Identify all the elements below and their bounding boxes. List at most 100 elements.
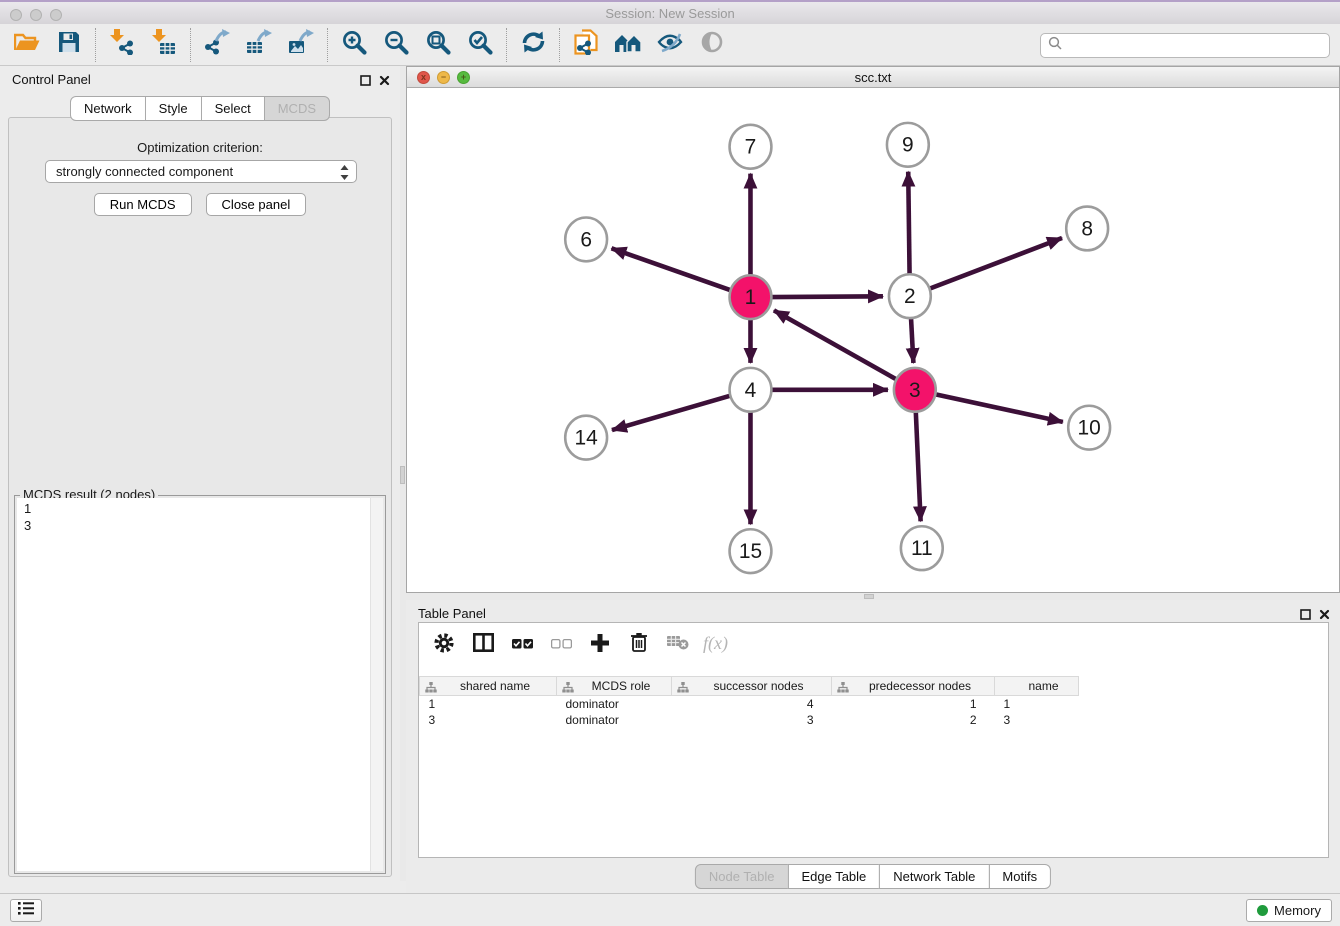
network-canvas[interactable]: 7 9 6 8 1 2 4 3 14 10 15 11 bbox=[407, 88, 1339, 592]
deselect-all-rows-button[interactable] bbox=[549, 634, 573, 656]
column-label: MCDS role bbox=[592, 679, 651, 693]
column-header-name[interactable]: name bbox=[995, 677, 1079, 696]
column-header-shared-name[interactable]: shared name bbox=[420, 677, 557, 696]
open-session-button[interactable] bbox=[6, 27, 48, 63]
graph-edge-1-2[interactable] bbox=[772, 296, 883, 297]
graph-node-3[interactable]: 3 bbox=[894, 368, 936, 412]
svg-text:3: 3 bbox=[909, 379, 921, 402]
table-cell[interactable]: dominator bbox=[557, 712, 672, 728]
table-cell[interactable]: dominator bbox=[557, 696, 672, 712]
node-table-container: f(x) shared name MCDS role successor nodes… bbox=[418, 622, 1329, 858]
table-cell[interactable]: 3 bbox=[995, 712, 1079, 728]
graph-edge-4-14[interactable] bbox=[612, 396, 729, 430]
table-tabbar: Node TableEdge TableNetwork TableMotifs bbox=[695, 864, 1051, 889]
graph-node-8[interactable]: 8 bbox=[1066, 207, 1108, 251]
export-image-button[interactable] bbox=[280, 27, 322, 63]
svg-text:10: 10 bbox=[1078, 417, 1101, 440]
graph-edge-1-6[interactable] bbox=[612, 248, 730, 290]
graph-node-1[interactable]: 1 bbox=[730, 275, 772, 319]
zoom-selected-button[interactable] bbox=[459, 27, 501, 63]
graph-node-2[interactable]: 2 bbox=[889, 274, 931, 318]
zoom-fit-button[interactable] bbox=[417, 27, 459, 63]
table-cell[interactable]: 4 bbox=[672, 696, 832, 712]
graph-node-14[interactable]: 14 bbox=[565, 416, 607, 460]
graph-node-4[interactable]: 4 bbox=[730, 368, 772, 412]
graph-node-11[interactable]: 11 bbox=[901, 526, 943, 570]
graph-node-9[interactable]: 9 bbox=[887, 123, 929, 167]
search-icon bbox=[1048, 36, 1062, 55]
table-cell[interactable]: 2 bbox=[832, 712, 995, 728]
graph-edge-3-11[interactable] bbox=[916, 412, 921, 522]
column-header-successor-nodes[interactable]: successor nodes bbox=[672, 677, 832, 696]
criterion-dropdown[interactable]: strongly connected component bbox=[45, 160, 357, 183]
table-row[interactable]: 3dominator323 bbox=[420, 712, 1079, 728]
column-header-MCDS-role[interactable]: MCDS role bbox=[557, 677, 672, 696]
tab-edge-table[interactable]: Edge Table bbox=[787, 864, 880, 889]
tab-style[interactable]: Style bbox=[145, 96, 202, 121]
toggle-graphics-details-button[interactable] bbox=[649, 27, 691, 63]
task-history-button[interactable] bbox=[10, 899, 42, 922]
table-cell[interactable]: 3 bbox=[672, 712, 832, 728]
export-table-icon bbox=[246, 29, 273, 60]
graph-edge-3-1[interactable] bbox=[774, 310, 896, 379]
table-cell[interactable]: 1 bbox=[832, 696, 995, 712]
tab-select[interactable]: Select bbox=[201, 96, 265, 121]
mcds-result-node: 1 bbox=[24, 500, 383, 517]
duplicate-network-button[interactable] bbox=[565, 27, 607, 63]
tab-motifs[interactable]: Motifs bbox=[988, 864, 1051, 889]
duplicate-network-icon bbox=[574, 29, 598, 60]
table-row[interactable]: 1dominator411 bbox=[420, 696, 1079, 712]
table-settings-button[interactable] bbox=[432, 634, 456, 656]
tab-network[interactable]: Network bbox=[70, 96, 146, 121]
column-label: predecessor nodes bbox=[869, 679, 971, 693]
graph-node-7[interactable]: 7 bbox=[730, 125, 772, 169]
tab-node-table[interactable]: Node Table bbox=[695, 864, 789, 889]
table-panel: Table Panel f(x) shared name MCDS role suc… bbox=[406, 600, 1340, 893]
toggle-bird-view-button[interactable] bbox=[691, 27, 733, 63]
graph-edge-3-10[interactable] bbox=[936, 394, 1063, 421]
control-panel-close-icon[interactable] bbox=[379, 73, 390, 91]
split-panel-button[interactable] bbox=[471, 634, 495, 656]
tab-network-table[interactable]: Network Table bbox=[879, 864, 989, 889]
graph-edge-2-3[interactable] bbox=[911, 318, 913, 363]
deselect-all-rows-icon bbox=[551, 636, 572, 654]
table-cell[interactable]: 1 bbox=[995, 696, 1079, 712]
home-button[interactable] bbox=[607, 27, 649, 63]
graph-node-10[interactable]: 10 bbox=[1068, 406, 1110, 450]
table-cell[interactable]: 1 bbox=[420, 696, 557, 712]
table-toolbar: f(x) bbox=[419, 623, 1328, 665]
export-network-button[interactable] bbox=[196, 27, 238, 63]
vertical-splitter-grip[interactable] bbox=[400, 466, 405, 484]
add-column-button[interactable] bbox=[588, 634, 612, 656]
graph-node-6[interactable]: 6 bbox=[565, 217, 607, 261]
search-input[interactable] bbox=[1067, 37, 1329, 54]
control-panel-float-icon[interactable] bbox=[360, 73, 371, 91]
tab-mcds[interactable]: MCDS bbox=[264, 96, 330, 121]
horizontal-splitter-grip[interactable] bbox=[864, 594, 874, 599]
select-all-rows-button[interactable] bbox=[510, 634, 534, 656]
refresh-button[interactable] bbox=[512, 27, 554, 63]
import-table-button[interactable] bbox=[143, 27, 185, 63]
column-header-predecessor-nodes[interactable]: predecessor nodes bbox=[832, 677, 995, 696]
memory-button[interactable]: Memory bbox=[1246, 899, 1332, 922]
graph-edge-2-8[interactable] bbox=[930, 238, 1062, 288]
zoom-out-button[interactable] bbox=[375, 27, 417, 63]
table-panel-title: Table Panel bbox=[418, 606, 486, 621]
column-label: successor nodes bbox=[713, 679, 803, 693]
delete-columns-button[interactable] bbox=[627, 634, 651, 656]
close-panel-button[interactable]: Close panel bbox=[206, 193, 307, 216]
apply-function-button: f(x) bbox=[705, 634, 729, 656]
search-box[interactable] bbox=[1040, 33, 1330, 58]
toolbar-separator bbox=[95, 28, 96, 62]
export-table-button[interactable] bbox=[238, 27, 280, 63]
horizontal-splitter[interactable] bbox=[406, 593, 1340, 600]
graph-node-15[interactable]: 15 bbox=[730, 529, 772, 573]
graph-edge-2-9[interactable] bbox=[908, 172, 909, 275]
table-cell[interactable]: 3 bbox=[420, 712, 557, 728]
zoom-in-button[interactable] bbox=[333, 27, 375, 63]
node-table-header: shared name MCDS role successor nodes prede… bbox=[420, 677, 1079, 696]
import-network-button[interactable] bbox=[101, 27, 143, 63]
result-scrollbar[interactable] bbox=[370, 498, 383, 871]
save-session-button[interactable] bbox=[48, 27, 90, 63]
run-mcds-button[interactable]: Run MCDS bbox=[94, 193, 192, 216]
